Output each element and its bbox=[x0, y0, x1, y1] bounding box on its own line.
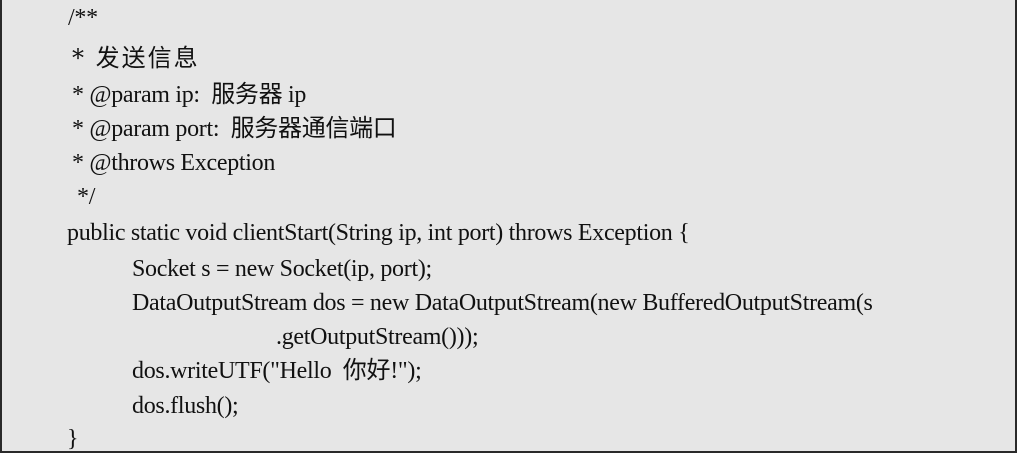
comment-close: */ bbox=[77, 184, 96, 210]
code-line-socket: Socket s = new Socket(ip, port); bbox=[132, 256, 432, 282]
method-signature: public static void clientStart(String ip… bbox=[67, 220, 690, 246]
comment-throws: * @throws Exception bbox=[72, 150, 276, 176]
comment-open: /** bbox=[68, 5, 98, 31]
code-line-stream-cont: .getOutputStream())); bbox=[276, 324, 479, 350]
code-line-stream: DataOutputStream dos = new DataOutputStr… bbox=[132, 290, 873, 316]
comment-param-port: * @param port: 服务器通信端口 bbox=[72, 116, 397, 142]
comment-param-ip: * @param ip: 服务器 ip bbox=[72, 82, 307, 108]
code-line-write: dos.writeUTF("Hello 你好!"); bbox=[132, 358, 422, 384]
method-close-brace: } bbox=[67, 426, 79, 452]
code-line-flush: dos.flush(); bbox=[132, 393, 239, 419]
comment-description: * 发送信息 bbox=[72, 44, 200, 72]
code-block: /** * 发送信息 * @param ip: 服务器 ip * @param … bbox=[0, 0, 1017, 453]
